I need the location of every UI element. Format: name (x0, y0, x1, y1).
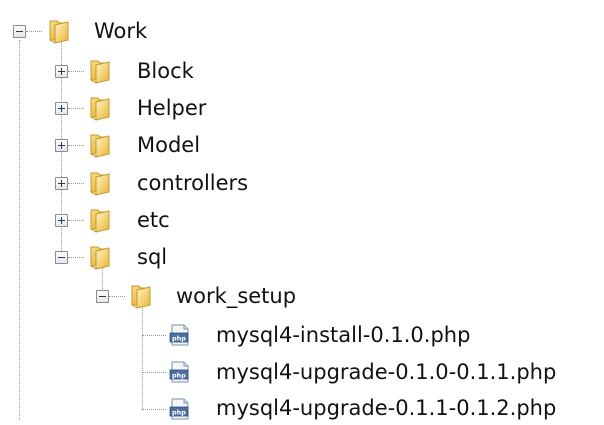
tree-item-label-file[interactable]: mysql4-install-0.1.0.php (216, 318, 470, 352)
folder-icon (130, 283, 154, 309)
tree-connector (68, 71, 84, 72)
expand-toggle-icon[interactable] (55, 139, 68, 152)
collapse-toggle-icon[interactable] (13, 25, 26, 38)
tree-connector (68, 220, 84, 221)
folder-icon (89, 58, 113, 84)
php-file-icon (168, 360, 192, 384)
tree-item-label-work[interactable]: Work (94, 14, 147, 48)
tree-connector (68, 257, 84, 258)
folder-icon (89, 95, 113, 121)
tree-item-label-file[interactable]: mysql4-upgrade-0.1.0-0.1.1.php (216, 355, 556, 389)
tree-item-label-block[interactable]: Block (137, 54, 194, 88)
tree-item-label-file[interactable]: mysql4-upgrade-0.1.1-0.1.2.php (216, 391, 556, 425)
tree-guide-root (19, 40, 20, 420)
folder-icon (48, 18, 72, 44)
expand-toggle-icon[interactable] (55, 102, 68, 115)
tree-connector (142, 372, 166, 373)
tree-guide-work-setup (142, 303, 143, 409)
tree-item-label-controllers[interactable]: controllers (137, 166, 248, 200)
expand-toggle-icon[interactable] (55, 65, 68, 78)
tree-connector (142, 409, 166, 410)
folder-icon (89, 132, 113, 158)
folder-icon (89, 170, 113, 196)
expand-toggle-icon[interactable] (55, 214, 68, 227)
tree-connector (68, 183, 84, 184)
tree-item-label-sql[interactable]: sql (137, 240, 167, 274)
tree-item-label-model[interactable]: Model (137, 128, 200, 162)
tree-connector (109, 296, 125, 297)
tree-item-label-work-setup[interactable]: work_setup (176, 279, 296, 313)
file-tree: Work Block Helper Model controllers etc … (0, 0, 604, 421)
folder-icon (89, 207, 113, 233)
collapse-toggle-icon[interactable] (96, 290, 109, 303)
tree-item-label-etc[interactable]: etc (137, 203, 170, 237)
tree-connector (68, 108, 84, 109)
tree-item-label-helper[interactable]: Helper (137, 91, 206, 125)
tree-connector (142, 335, 166, 336)
expand-toggle-icon[interactable] (55, 177, 68, 190)
php-file-icon (168, 323, 192, 347)
tree-connector (26, 31, 42, 32)
tree-connector (68, 145, 84, 146)
php-file-icon (168, 397, 192, 421)
folder-icon (89, 244, 113, 270)
collapse-toggle-icon[interactable] (55, 251, 68, 264)
